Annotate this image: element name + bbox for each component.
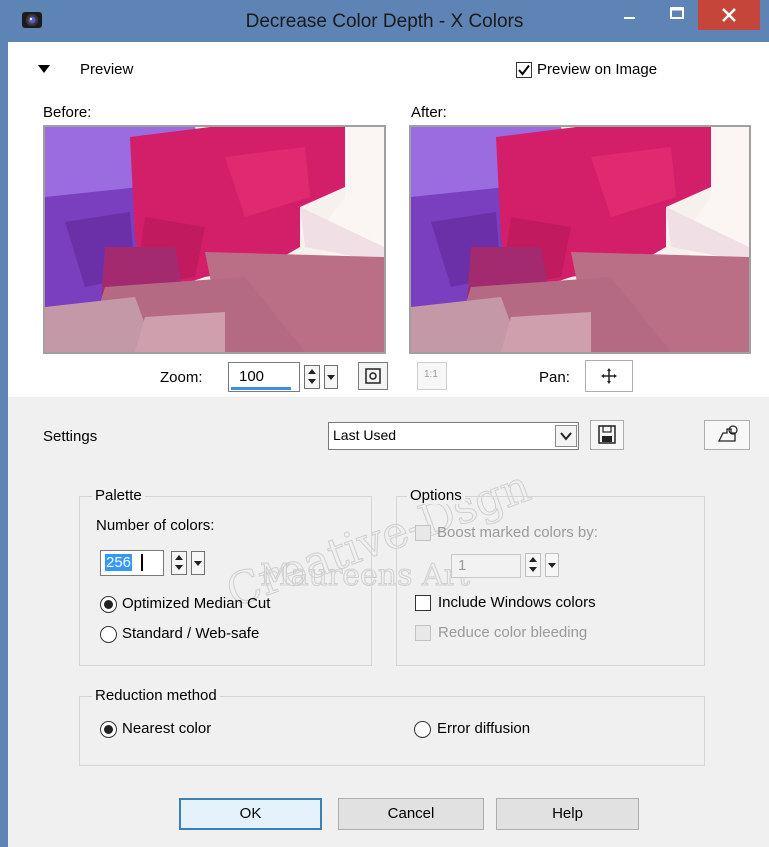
zoom-one-to-one-button[interactable]: 1:1: [417, 362, 447, 390]
boost-marked-colors-label: Boost marked colors by:: [437, 524, 598, 541]
before-label: Before:: [43, 104, 92, 121]
settings-preset-value: Last Used: [333, 427, 397, 443]
preview-on-image-label[interactable]: Preview on Image: [537, 61, 657, 78]
after-artwork-image: [411, 127, 749, 352]
error-diffusion-label[interactable]: Error diffusion: [437, 720, 530, 737]
number-of-colors-label: Number of colors:: [96, 517, 215, 534]
boost-amount-spinner[interactable]: [525, 553, 541, 577]
number-of-colors-value: 256: [105, 554, 133, 571]
chevron-down-icon: [560, 432, 572, 441]
nearest-color-label[interactable]: Nearest color: [122, 720, 211, 737]
radio-selected-dot: [104, 725, 113, 734]
settings-preset-dropdown[interactable]: Last Used: [328, 422, 579, 450]
checkmark-icon: [518, 64, 530, 76]
window-title: Decrease Color Depth - X Colors: [245, 11, 524, 32]
optimized-median-cut-radio[interactable]: [100, 596, 117, 613]
save-preset-button[interactable]: [590, 420, 624, 450]
reduce-color-bleeding-checkbox[interactable]: [415, 625, 431, 641]
error-diffusion-radio[interactable]: [414, 721, 431, 738]
include-windows-colors-label[interactable]: Include Windows colors: [438, 594, 596, 611]
before-artwork-image: [45, 127, 384, 352]
boost-amount-input[interactable]: 1: [451, 554, 521, 578]
include-windows-colors-checkbox[interactable]: [415, 595, 431, 611]
boost-amount-value: 1: [458, 557, 467, 574]
zoom-underline: [231, 387, 291, 390]
zoom-field[interactable]: 100: [228, 362, 300, 392]
zoom-spinner[interactable]: [304, 365, 320, 389]
preview-on-image-checkbox[interactable]: [516, 62, 532, 78]
optimized-median-cut-label[interactable]: Optimized Median Cut: [122, 595, 270, 612]
number-of-colors-spinner[interactable]: [171, 551, 187, 575]
zoom-fit-icon: [365, 368, 381, 384]
zoom-value: 100: [239, 368, 265, 385]
before-preview-image[interactable]: [43, 125, 386, 354]
standard-web-safe-label[interactable]: Standard / Web-safe: [122, 625, 259, 642]
options-legend: Options: [407, 487, 465, 504]
reduction-method-legend: Reduction method: [92, 687, 220, 704]
number-of-colors-dropdown[interactable]: [191, 551, 205, 575]
ok-button[interactable]: OK: [179, 798, 322, 830]
after-preview-image[interactable]: [409, 125, 751, 354]
reduce-color-bleeding-label: Reduce color bleeding: [438, 624, 588, 641]
cancel-button[interactable]: Cancel: [338, 798, 484, 830]
minimize-button[interactable]: [612, 4, 648, 28]
one-to-one-label: 1:1: [424, 369, 438, 380]
palette-legend: Palette: [92, 487, 145, 504]
preview-section-label: Preview: [80, 61, 134, 78]
title-bar[interactable]: Decrease Color Depth - X Colors: [0, 0, 769, 42]
maximize-button[interactable]: [659, 4, 695, 28]
number-of-colors-input[interactable]: 256: [100, 550, 164, 576]
text-cursor: [141, 554, 143, 571]
boost-marked-colors-checkbox[interactable]: [415, 525, 431, 541]
after-label: After:: [411, 104, 447, 121]
close-icon: [722, 8, 736, 22]
zoom-fit-button[interactable]: [358, 362, 388, 390]
close-button[interactable]: [698, 0, 760, 30]
floppy-disk-icon: [598, 425, 616, 444]
hand-pointer-icon: [717, 425, 738, 442]
help-button[interactable]: Help: [496, 798, 639, 830]
standard-web-safe-radio[interactable]: [100, 626, 117, 643]
pan-move-icon: [601, 368, 617, 384]
preset-manager-button[interactable]: [704, 420, 750, 450]
nearest-color-radio[interactable]: [100, 721, 117, 738]
pan-button[interactable]: [585, 360, 633, 392]
dialog-window: Decrease Color Depth - X Colors Preview …: [0, 0, 769, 847]
settings-label: Settings: [43, 428, 98, 445]
boost-amount-dropdown[interactable]: [545, 553, 559, 577]
collapse-triangle-icon[interactable]: [38, 64, 50, 74]
zoom-label: Zoom:: [160, 369, 203, 386]
dropdown-arrow-button[interactable]: [555, 425, 577, 447]
radio-selected-dot: [104, 600, 113, 609]
pan-label: Pan:: [539, 369, 570, 386]
zoom-dropdown-arrow[interactable]: [324, 365, 338, 389]
